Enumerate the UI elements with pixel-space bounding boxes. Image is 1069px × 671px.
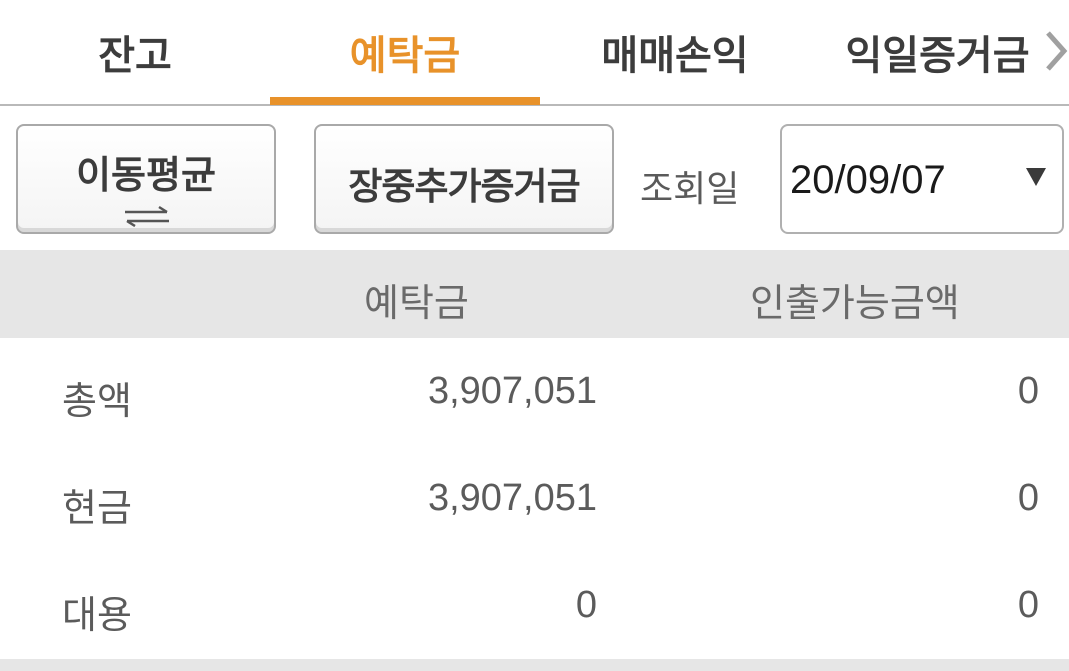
query-date-value: 20/09/07 <box>790 158 946 202</box>
column-header-withdrawable: 인출가능금액 <box>750 281 960 325</box>
tab-bar: 잔고 예탁금 매매손익 익일증거금 <box>0 0 1069 106</box>
additional-margin-button[interactable]: 장중추가증거금 <box>314 124 614 234</box>
tab-balance[interactable]: 잔고 <box>20 0 250 104</box>
withdrawable-value: 0 <box>1017 584 1039 626</box>
deposit-screen: 잔고 예탁금 매매손익 익일증거금 이동평균 장중추가증거금 조회일 20/09… <box>0 0 1069 671</box>
moving-average-button[interactable]: 이동평균 <box>16 124 276 234</box>
table-row: 대용 0 0 <box>0 552 1069 658</box>
row-label: 현금 <box>62 486 132 530</box>
row-label: 총액 <box>62 379 132 423</box>
deposit-value: 0 <box>575 584 597 626</box>
table-row: 현금 3,907,051 0 <box>0 445 1069 551</box>
column-header-deposit: 예탁금 <box>364 281 469 325</box>
row-label: 대용 <box>62 593 132 637</box>
tab-next-day-margin[interactable]: 익일증거금 <box>820 0 1055 104</box>
additional-margin-label: 장중추가증거금 <box>348 165 580 208</box>
moving-average-label: 이동평균 <box>76 153 216 197</box>
query-date-select[interactable]: 20/09/07 <box>780 124 1064 234</box>
bottom-divider <box>0 659 1069 671</box>
table-row: 총액 3,907,051 0 <box>0 338 1069 444</box>
query-date-label: 조회일 <box>640 169 740 210</box>
deposit-value: 3,907,051 <box>427 370 597 412</box>
tab-trading-pnl[interactable]: 매매손익 <box>565 0 785 104</box>
tab-deposit[interactable]: 예탁금 <box>270 0 540 104</box>
chevron-right-icon[interactable] <box>1042 24 1069 78</box>
active-tab-indicator <box>270 97 540 105</box>
dropdown-arrow-icon <box>1026 168 1046 186</box>
withdrawable-value: 0 <box>1017 477 1039 519</box>
swap-arrows-icon <box>125 205 169 227</box>
table-header: 예탁금 인출가능금액 <box>0 250 1069 338</box>
withdrawable-value: 0 <box>1017 370 1039 412</box>
deposit-value: 3,907,051 <box>427 477 597 519</box>
